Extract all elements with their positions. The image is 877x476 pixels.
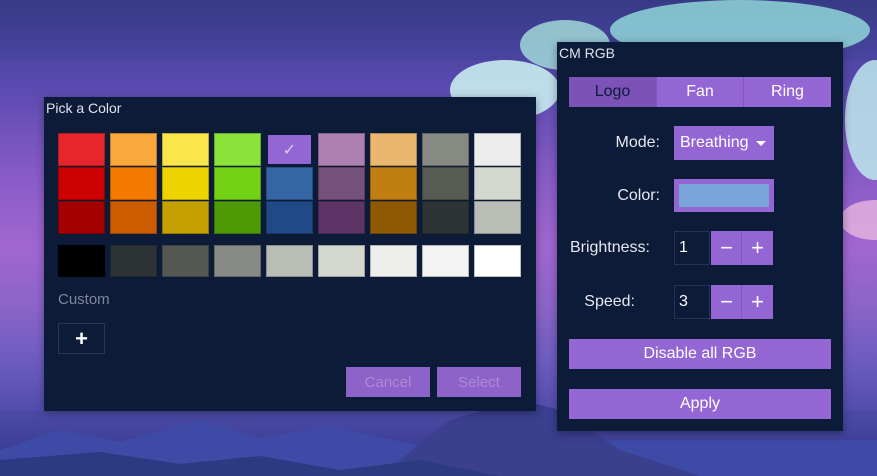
plus-icon: + [751,289,764,314]
color-swatch[interactable] [422,133,469,166]
color-swatch[interactable] [266,167,313,200]
gray-swatch[interactable] [162,245,209,277]
gray-swatch[interactable] [266,245,313,277]
gray-swatch[interactable] [474,245,521,277]
plus-icon: + [751,235,764,260]
select-button[interactable]: Select [437,367,521,397]
color-swatch[interactable] [162,201,209,234]
brightness-input[interactable]: 1 [674,231,710,265]
gray-swatch[interactable] [214,245,261,277]
color-swatch[interactable] [422,167,469,200]
cm-rgb-window: CM RGB Logo Fan Ring Mode: Breathing Col… [557,42,843,431]
color-swatch[interactable] [474,201,521,234]
color-swatch[interactable] [214,167,261,200]
tab-ring[interactable]: Ring [744,77,831,107]
custom-label: Custom [58,291,110,308]
tab-logo[interactable]: Logo [569,77,656,107]
cancel-button[interactable]: Cancel [346,367,430,397]
pick-color-dialog: Pick a Color ✓ Custom + Cancel Select [44,97,536,411]
color-swatch[interactable] [58,133,105,166]
color-swatch[interactable] [370,167,417,200]
wallpaper-cloud [840,200,877,240]
brightness-label: Brightness: [569,239,650,256]
gray-swatch[interactable] [110,245,157,277]
color-swatch[interactable] [214,133,261,166]
tab-bar: Logo Fan Ring [569,77,831,107]
color-swatch[interactable] [474,133,521,166]
color-swatch[interactable] [110,167,157,200]
color-swatch[interactable] [58,201,105,234]
apply-button[interactable]: Apply [569,389,831,419]
check-icon: ✓ [282,141,297,159]
dropdown-arrow-icon [756,141,766,146]
minus-icon: − [720,235,733,260]
color-swatch[interactable] [214,201,261,234]
color-swatch[interactable] [162,133,209,166]
speed-spinbox: 3 − + [674,285,774,319]
brightness-increase-button[interactable]: + [742,231,773,265]
color-label: Color: [617,187,660,204]
color-swatch[interactable] [370,201,417,234]
color-swatch[interactable] [318,133,365,166]
speed-increase-button[interactable]: + [742,285,773,319]
brightness-decrease-button[interactable]: − [711,231,742,265]
color-swatch[interactable]: ✓ [266,133,313,166]
mode-label: Mode: [615,134,660,151]
color-swatch[interactable] [266,201,313,234]
brightness-spinbox: 1 − + [674,231,774,265]
gray-swatch[interactable] [318,245,365,277]
add-custom-color-button[interactable]: + [58,323,105,354]
color-swatch[interactable] [318,167,365,200]
color-swatch[interactable] [58,167,105,200]
minus-icon: − [720,289,733,314]
speed-decrease-button[interactable]: − [711,285,742,319]
gray-swatch[interactable] [370,245,417,277]
color-button[interactable] [674,179,774,212]
color-swatch[interactable] [370,133,417,166]
wallpaper-cloud [845,60,877,180]
color-swatch[interactable] [110,201,157,234]
tab-fan[interactable]: Fan [657,77,743,107]
color-swatch[interactable] [318,201,365,234]
gray-swatch[interactable] [422,245,469,277]
mode-value: Breathing [680,134,749,151]
mode-dropdown[interactable]: Breathing [674,126,774,160]
color-swatch[interactable] [474,167,521,200]
gray-swatch[interactable] [58,245,105,277]
speed-label: Speed: [584,293,635,310]
disable-all-rgb-button[interactable]: Disable all RGB [569,339,831,369]
window-title: CM RGB [559,45,615,61]
color-swatch[interactable] [422,201,469,234]
color-preview [679,184,769,207]
color-swatch[interactable] [110,133,157,166]
color-swatch[interactable] [162,167,209,200]
plus-icon: + [75,325,88,351]
speed-input[interactable]: 3 [674,285,710,319]
dialog-title: Pick a Color [46,100,122,116]
